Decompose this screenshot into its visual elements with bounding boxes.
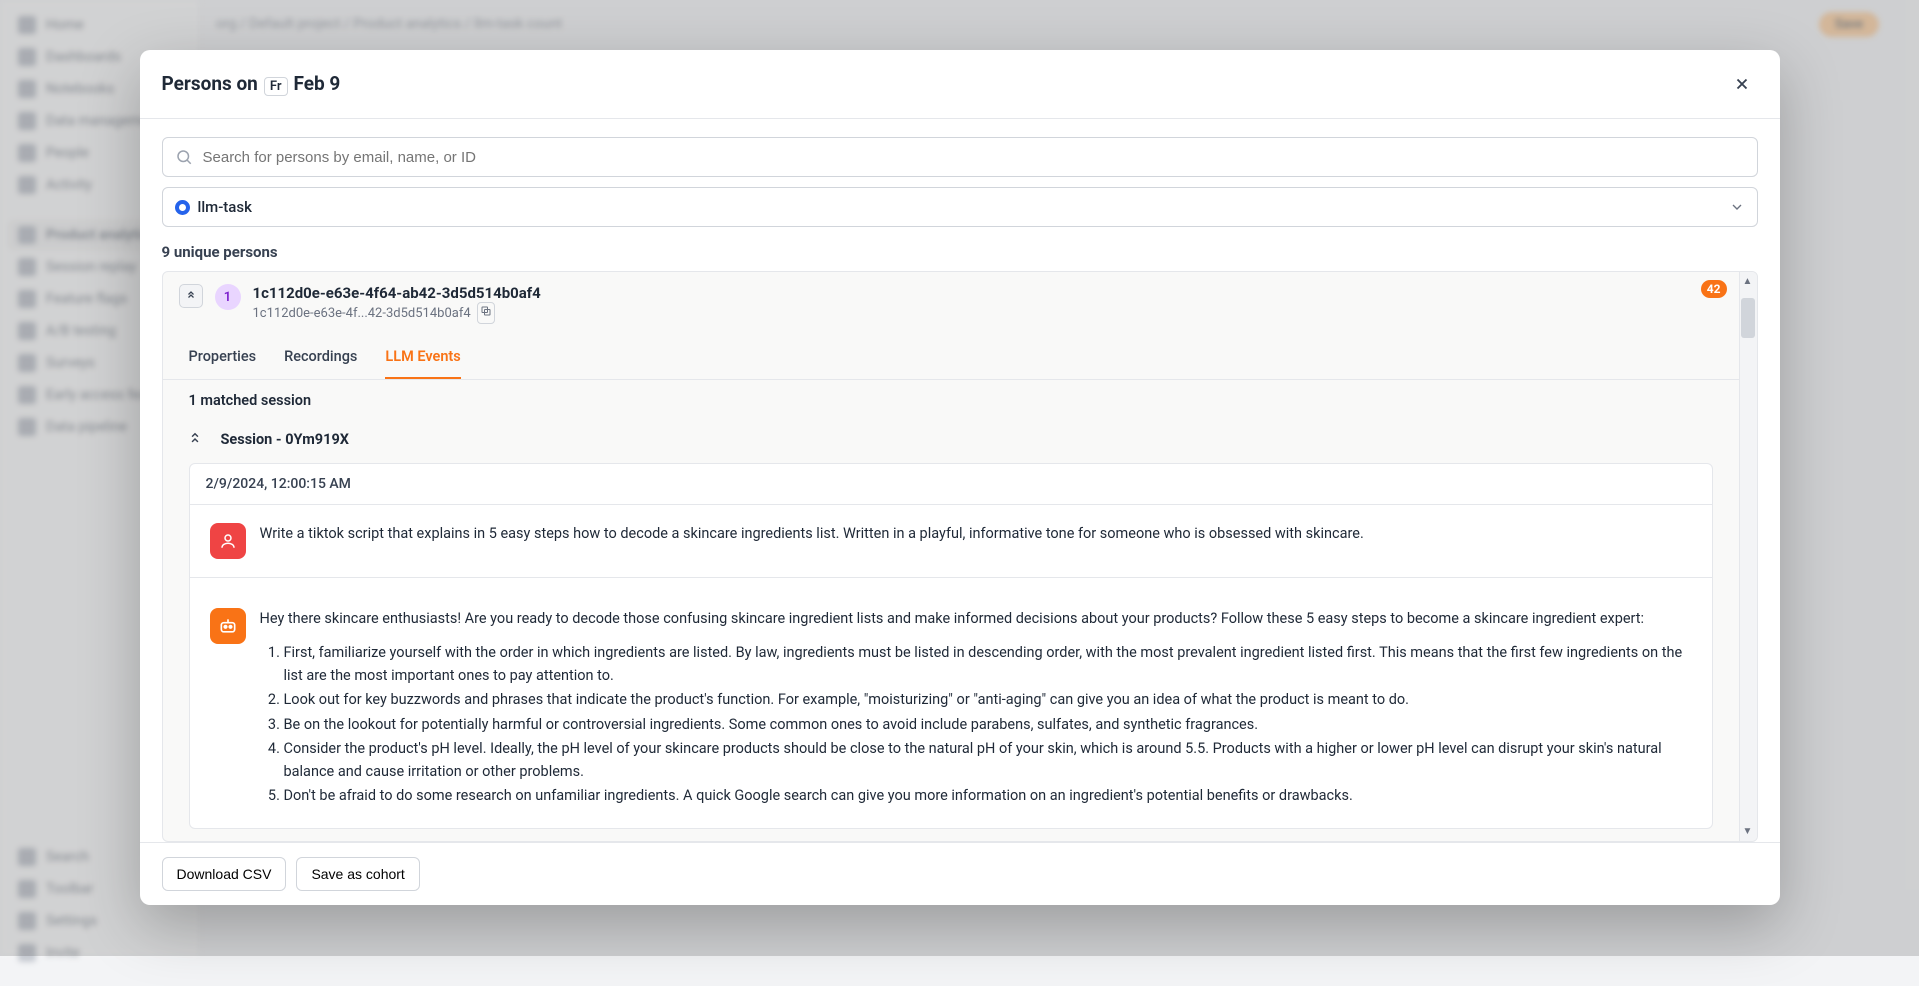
person-tabs: Properties Recordings LLM Events <box>163 336 1739 380</box>
radio-icon <box>175 200 190 215</box>
bot-step: First, familiarize yourself with the ord… <box>284 642 1692 687</box>
bot-step: Look out for key buzzwords and phrases t… <box>284 689 1692 711</box>
search-input[interactable] <box>203 149 1745 166</box>
event-card: 2/9/2024, 12:00:15 AM Write a tiktok scr… <box>189 463 1713 829</box>
modal-footer: Download CSV Save as cohort <box>140 842 1780 905</box>
user-icon <box>210 523 246 559</box>
collapse-button[interactable] <box>179 284 203 308</box>
filter-pill: llm-task <box>175 198 252 216</box>
session-row: Session - 0Ym919X <box>163 421 1757 457</box>
scroll-down-icon[interactable]: ▼ <box>1739 823 1757 841</box>
modal-header: Persons on Fr Feb 9 <box>140 50 1780 118</box>
user-message-text: Write a tiktok script that explains in 5… <box>260 523 1364 545</box>
session-collapse-button[interactable] <box>185 429 205 449</box>
bot-message-intro: Hey there skincare enthusiasts! Are you … <box>260 608 1692 630</box>
modal-overlay[interactable]: Persons on Fr Feb 9 llm-task 9 unique pe… <box>0 0 1919 956</box>
bot-step: Be on the lookout for potentially harmfu… <box>284 714 1692 736</box>
event-timestamp: 2/9/2024, 12:00:15 AM <box>190 464 1712 504</box>
person-row: 1 1c112d0e-e63e-4f64-ab42-3d5d514b0af4 1… <box>163 272 1757 336</box>
bot-message: Hey there skincare enthusiasts! Are you … <box>190 577 1712 828</box>
close-icon <box>1733 75 1751 93</box>
event-count-badge: 42 <box>1701 280 1727 298</box>
bot-icon <box>210 608 246 644</box>
tab-recordings[interactable]: Recordings <box>284 336 357 379</box>
title-tag: Fr <box>264 77 288 96</box>
user-message: Write a tiktok script that explains in 5… <box>190 504 1712 577</box>
session-count: 1 matched session <box>163 380 1757 421</box>
session-label: Session - 0Ym919X <box>221 431 349 448</box>
filter-label: llm-task <box>198 198 252 216</box>
persons-list: 42 ▲ ▼ 1 1c112d0e-e63e-4f64-ab42-3d5d514… <box>162 271 1758 842</box>
search-box[interactable] <box>162 137 1758 177</box>
tab-properties[interactable]: Properties <box>189 336 257 379</box>
persons-count: 9 unique persons <box>162 243 1758 261</box>
title-date: Feb 9 <box>294 72 341 95</box>
bot-step: Don't be afraid to do some research on u… <box>284 785 1692 807</box>
person-id-short: 1c112d0e-e63e-4f...42-3d5d514b0af4 <box>253 306 471 321</box>
save-cohort-button[interactable]: Save as cohort <box>296 857 419 891</box>
download-csv-button[interactable]: Download CSV <box>162 857 287 891</box>
copy-icon <box>480 305 492 317</box>
scroll-up-icon[interactable]: ▲ <box>1739 272 1757 290</box>
collapse-icon <box>185 290 197 302</box>
scrollbar[interactable]: ▲ ▼ <box>1739 272 1757 841</box>
search-icon <box>175 148 193 166</box>
person-avatar: 1 <box>215 284 241 310</box>
bot-steps-list: First, familiarize yourself with the ord… <box>284 642 1692 807</box>
tab-llm-events[interactable]: LLM Events <box>385 336 460 379</box>
person-name[interactable]: 1c112d0e-e63e-4f64-ab42-3d5d514b0af4 <box>253 284 1741 302</box>
persons-modal: Persons on Fr Feb 9 llm-task 9 unique pe… <box>140 50 1780 905</box>
collapse-icon <box>188 432 202 446</box>
close-button[interactable] <box>1726 68 1758 100</box>
chevron-down-icon <box>1729 199 1745 215</box>
copy-button[interactable] <box>477 302 495 324</box>
modal-title: Persons on Fr Feb 9 <box>162 72 341 96</box>
title-prefix: Persons on <box>162 72 258 95</box>
filter-dropdown[interactable]: llm-task <box>162 187 1758 227</box>
bot-step: Consider the product's pH level. Ideally… <box>284 738 1692 783</box>
scroll-thumb[interactable] <box>1741 298 1755 338</box>
